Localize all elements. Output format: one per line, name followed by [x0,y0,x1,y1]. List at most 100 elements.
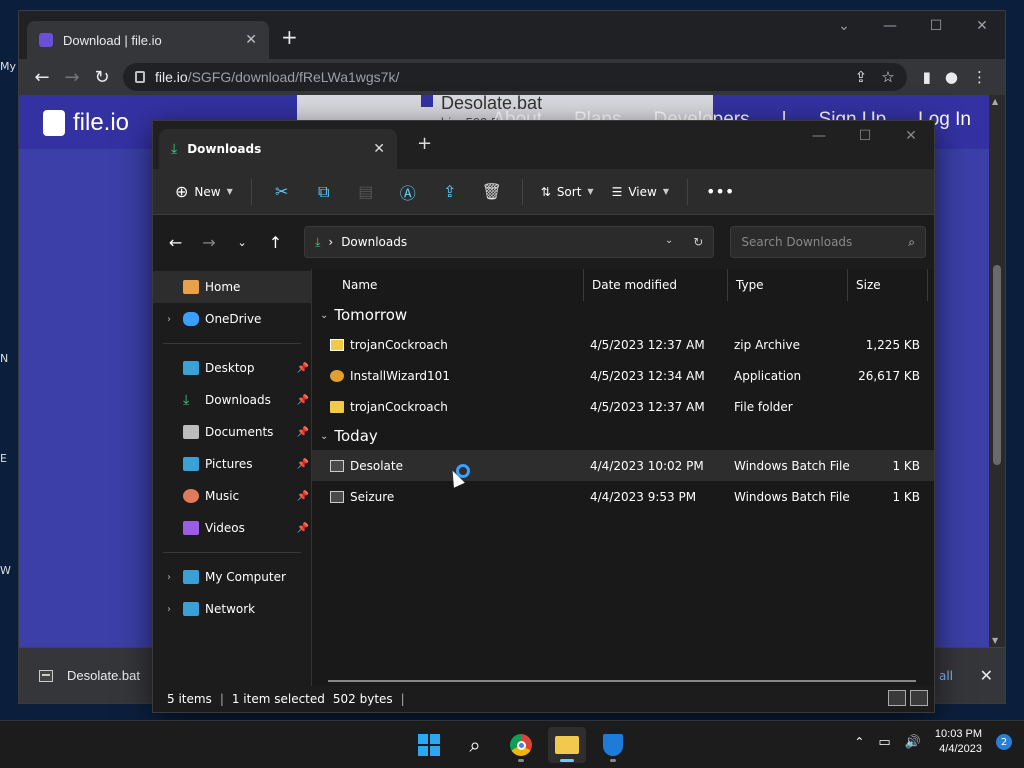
pin-icon[interactable]: 📌 [297,523,309,534]
minimize-button[interactable]: — [796,121,842,151]
group-header[interactable]: ⌄ Today [312,422,934,450]
pin-icon[interactable]: 📌 [297,427,309,438]
url-path: /SGFG/download/fReLWa1wgs7k/ [187,69,400,85]
address-box[interactable]: ⤓ › Downloads ⌄ ↻ [304,226,715,258]
file-name: Seizure [350,489,395,504]
nav-item-downloads[interactable]: ⤓ Downloads 📌 [153,384,311,416]
refresh-icon[interactable]: ↻ [693,235,703,249]
delete-icon[interactable]: 🗑 [474,176,510,208]
address-row: ← → ⌄ ↑ ⤓ › Downloads ⌄ ↻ Search Downloa… [153,215,934,269]
maximize-button[interactable]: ☐ [842,121,888,151]
download-item[interactable]: Desolate.bat [19,668,140,683]
file-row[interactable]: InstallWizard101 4/5/2023 12:34 AM Appli… [312,360,934,391]
network-icon[interactable]: ▭ [878,735,890,750]
group-header[interactable]: ⌄ Tomorrow [312,301,934,329]
scroll-up-icon[interactable]: ▲ [992,97,998,106]
nav-item-pictures[interactable]: Pictures 📌 [153,448,311,480]
details-view-icon[interactable] [888,690,906,706]
column-header-name[interactable]: Name [312,269,584,301]
tiles-view-icon[interactable] [910,690,928,706]
minimize-button[interactable]: — [867,11,913,41]
recent-locations-button[interactable]: ⌄ [228,227,257,257]
bookmark-star-icon[interactable]: ☆ [881,68,894,86]
column-header-type[interactable]: Type [728,269,848,301]
new-button[interactable]: ⊕ New ▼ [169,176,239,208]
share-icon[interactable]: ⇪ [432,176,468,208]
address-bar[interactable]: file.io/SGFG/download/fReLWa1wgs7k/ ⇪ ☆ [123,63,907,91]
pin-icon[interactable]: 📌 [297,395,309,406]
chevron-right-icon[interactable]: › [159,572,179,583]
notification-badge[interactable]: 2 [996,734,1012,750]
explorer-tab[interactable]: ⤓ Downloads ✕ [159,129,397,169]
side-panel-icon[interactable]: ▮ [923,68,931,86]
file-row[interactable]: Desolate 4/4/2023 10:02 PM Windows Batch… [312,450,934,481]
nav-item-desktop[interactable]: Desktop 📌 [153,352,311,384]
pin-icon[interactable]: 📌 [297,459,309,470]
menu-kebab-icon[interactable]: ⋮ [972,68,987,86]
volume-icon[interactable]: 🔊 [905,735,921,750]
up-button[interactable]: ↑ [261,227,290,257]
close-button[interactable]: ✕ [888,121,934,151]
back-button[interactable]: ← [161,227,190,257]
clock[interactable]: 10:03 PM 4/4/2023 [935,727,982,757]
pin-icon[interactable]: 📌 [297,363,309,374]
horizontal-scrollbar[interactable] [328,680,916,682]
reload-button[interactable]: ↻ [87,62,117,92]
column-header-size[interactable]: Size [848,269,928,301]
nav-item-music[interactable]: Music 📌 [153,480,311,512]
forward-button[interactable]: → [57,62,87,92]
view-button[interactable]: ☰ View ▼ [606,176,675,208]
start-button[interactable] [410,727,448,763]
nav-item-videos[interactable]: Videos 📌 [153,512,311,544]
file-row[interactable]: trojanCockroach 4/5/2023 12:37 AM zip Ar… [312,329,934,360]
nav-item-network[interactable]: › Network [153,593,311,625]
tab-search-icon[interactable]: ⌄ [821,11,867,41]
maximize-button[interactable]: ☐ [913,11,959,41]
nav-item-my-computer[interactable]: › My Computer [153,561,311,593]
nav-item-label: Videos [205,521,245,535]
close-icon[interactable]: ✕ [980,666,993,685]
site-logo[interactable]: file.io [43,109,129,137]
defender-taskbar-button[interactable] [594,727,632,763]
cut-icon[interactable]: ✂ [264,176,300,208]
file-row[interactable]: Seizure 4/4/2023 9:53 PM Windows Batch F… [312,481,934,512]
profile-icon[interactable]: ● [945,68,958,86]
new-tab-button[interactable]: + [281,25,298,49]
more-options-button[interactable]: ••• [700,176,740,208]
chevron-right-icon[interactable]: › [159,604,179,615]
scroll-down-icon[interactable]: ▼ [992,636,998,645]
chevron-down-icon: ▼ [226,187,233,196]
forward-button[interactable]: → [194,227,223,257]
browser-tab[interactable]: Download | file.io ✕ [27,21,269,59]
new-tab-button[interactable]: + [417,133,432,154]
rename-icon[interactable]: Ⓐ [390,176,426,208]
nav-item-onedrive[interactable]: › OneDrive [153,303,311,335]
close-icon[interactable]: ✕ [245,32,257,48]
nav-item-documents[interactable]: Documents 📌 [153,416,311,448]
chevron-up-icon[interactable]: ⌃ [854,735,864,749]
nav-item-home[interactable]: Home [153,271,311,303]
file-explorer-taskbar-button[interactable] [548,727,586,763]
show-all-link[interactable]: all [939,669,953,683]
chrome-taskbar-button[interactable] [502,727,540,763]
share-icon[interactable]: ⇪ [855,68,868,86]
close-icon[interactable]: ✕ [373,141,385,157]
chevron-right-icon[interactable]: › [159,314,179,325]
pin-icon[interactable]: 📌 [297,491,309,502]
file-row[interactable]: trojanCockroach 4/5/2023 12:37 AM File f… [312,391,934,422]
sort-button[interactable]: ⇅ Sort ▼ [535,176,600,208]
chevron-down-icon[interactable]: ⌄ [665,235,673,249]
search-button[interactable]: ⌕ [456,727,494,763]
breadcrumb[interactable]: Downloads [341,235,407,249]
copy-icon[interactable]: ⧉ [306,176,342,208]
file-size: 26,617 KB [858,368,920,383]
page-scrollbar[interactable]: ▲ ▼ [989,95,1005,647]
back-button[interactable]: ← [27,62,57,92]
lock-icon[interactable] [135,71,145,83]
scroll-thumb[interactable] [993,265,1001,465]
column-header-date[interactable]: Date modified [584,269,728,301]
search-icon[interactable]: ⌕ [908,235,915,250]
search-input[interactable]: Search Downloads ⌕ [730,226,926,258]
close-button[interactable]: ✕ [959,11,1005,41]
paste-icon[interactable]: ▤ [348,176,384,208]
